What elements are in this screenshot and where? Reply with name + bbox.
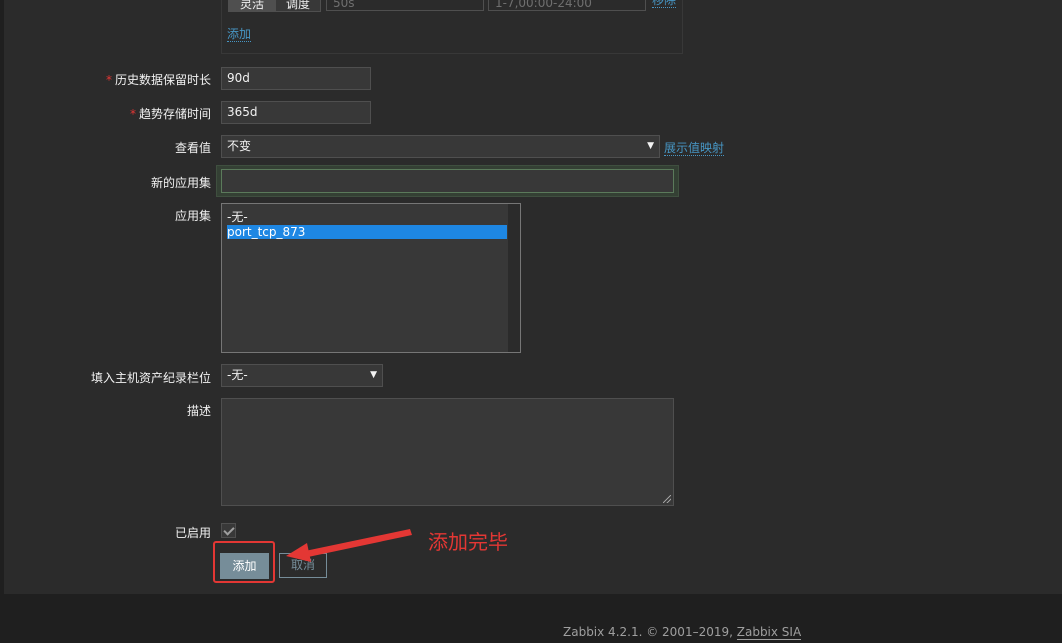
footer-company-link[interactable]: Zabbix SIA — [736, 625, 802, 640]
annotation-text: 添加完毕 — [428, 530, 508, 554]
footer: Zabbix 4.2.1. © 2001–2019, Zabbix SIA — [563, 625, 802, 640]
footer-copyright: Zabbix 4.2.1. © 2001–2019, — [563, 625, 737, 639]
annotation-arrow-icon — [286, 529, 412, 562]
footer-bar — [0, 594, 1062, 643]
